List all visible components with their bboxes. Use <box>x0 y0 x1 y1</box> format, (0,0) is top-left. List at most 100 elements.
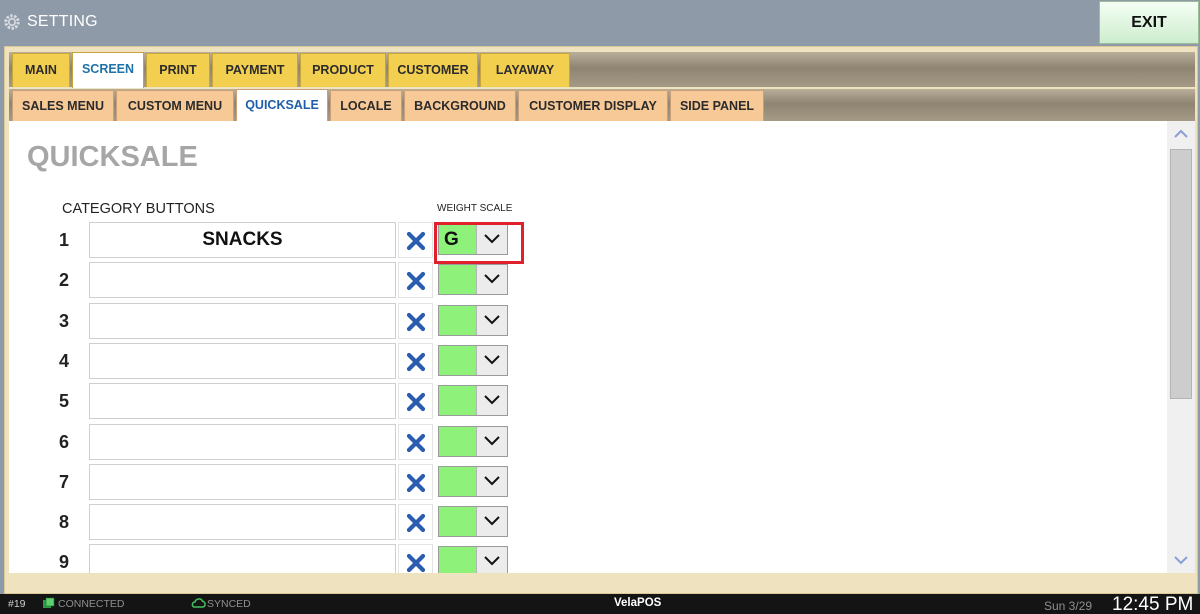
tab-screen[interactable]: SCREEN <box>72 52 144 88</box>
subtab-locale[interactable]: LOCALE <box>330 90 402 121</box>
weight-scale-select[interactable] <box>438 465 508 497</box>
cloud-icon <box>191 598 206 608</box>
dropdown-arrow[interactable] <box>476 466 507 496</box>
subtab-side-panel[interactable]: SIDE PANEL <box>670 90 764 121</box>
category-name-field[interactable] <box>89 302 396 339</box>
dropdown-arrow[interactable] <box>476 426 507 456</box>
category-row: 5 <box>9 383 529 421</box>
row-number: 5 <box>58 391 69 412</box>
clear-category-button[interactable] <box>398 222 433 258</box>
tab-payment[interactable]: PAYMENT <box>212 53 298 87</box>
clear-category-button[interactable] <box>398 544 433 573</box>
category-name-field[interactable] <box>89 463 396 500</box>
row-number: 9 <box>58 552 69 573</box>
tab-print[interactable]: PRINT <box>146 53 210 87</box>
category-name-field[interactable] <box>89 383 396 420</box>
scroll-thumb[interactable] <box>1170 149 1192 399</box>
row-number: 1 <box>58 230 69 250</box>
category-row: 2 <box>9 262 529 300</box>
sub-tab-bar: SALES MENU CUSTOM MENU QUICKSALE LOCALE BACK… <box>9 89 1195 122</box>
chevron-down-icon <box>484 274 500 284</box>
tab-layaway[interactable]: LAYAWAY <box>480 53 570 87</box>
brand-name: VelaPOS <box>614 597 662 609</box>
weight-scale-select[interactable] <box>438 344 508 376</box>
weight-scale-label: WEIGHT SCALE <box>437 203 513 214</box>
terminal-number: #19 <box>8 598 26 610</box>
page-title: QUICKSALE <box>27 141 198 173</box>
chevron-down-icon <box>484 395 500 405</box>
status-date: Sun 3/29 <box>1044 599 1093 613</box>
row-number: 7 <box>58 471 69 492</box>
weight-scale-highlight <box>434 222 524 264</box>
status-time: 12:45 PM <box>1112 594 1194 614</box>
chevron-down-icon <box>484 355 500 365</box>
category-name-field[interactable] <box>89 262 396 299</box>
title-bar: SETTING EXIT <box>0 0 1200 46</box>
category-row: 8 <box>9 504 529 542</box>
tab-product[interactable]: PRODUCT <box>300 53 386 87</box>
tab-main[interactable]: MAIN <box>12 53 70 87</box>
row-number: 6 <box>58 431 69 452</box>
chevron-down-icon <box>484 476 500 486</box>
category-name-field[interactable] <box>89 342 396 379</box>
chevron-down-icon <box>484 314 500 325</box>
dropdown-arrow[interactable] <box>476 386 507 416</box>
clear-category-button[interactable] <box>398 342 433 379</box>
row-number: 8 <box>58 512 69 533</box>
row-number: 2 <box>58 270 69 291</box>
subtab-background[interactable]: BACKGROUND <box>404 90 516 121</box>
row-number: 3 <box>58 310 69 331</box>
chevron-down-icon <box>1174 556 1188 565</box>
subtab-sales-menu[interactable]: SALES MENU <box>12 90 114 121</box>
row-number: 4 <box>58 350 69 371</box>
weight-scale-select[interactable] <box>438 264 508 296</box>
category-name-field[interactable] <box>89 423 396 460</box>
settings-panel: MAIN SCREEN PRINT PAYMENT PRODUCT CUSTOMER LAY… <box>4 46 1198 594</box>
category-row: 9 <box>9 544 529 573</box>
subtab-customer-display[interactable]: CUSTOMER DISPLAY <box>518 90 668 121</box>
close-x-icon <box>406 513 426 533</box>
clear-category-button[interactable] <box>398 463 433 500</box>
clear-category-button[interactable] <box>398 383 433 420</box>
tab-customer[interactable]: CUSTOMER <box>388 53 478 87</box>
dropdown-arrow[interactable] <box>476 305 507 335</box>
dropdown-arrow[interactable] <box>476 265 507 295</box>
weight-scale-select[interactable] <box>438 506 508 538</box>
category-row: 7 <box>9 463 529 502</box>
clear-category-button[interactable] <box>398 423 433 460</box>
close-x-icon <box>406 473 426 492</box>
window-title: SETTING <box>27 13 98 30</box>
scroll-down-button[interactable] <box>1167 547 1195 573</box>
dropdown-arrow[interactable] <box>476 547 507 573</box>
chevron-down-icon <box>484 556 500 566</box>
exit-button[interactable]: EXIT <box>1099 1 1199 44</box>
subtab-quicksale[interactable]: QUICKSALE <box>236 89 328 122</box>
subtab-custom-menu[interactable]: CUSTOM MENU <box>116 90 234 121</box>
network-icon <box>43 597 55 608</box>
weight-scale-select[interactable] <box>438 546 508 573</box>
dropdown-arrow[interactable] <box>476 507 507 537</box>
weight-scale-select[interactable] <box>438 425 508 457</box>
clear-category-button[interactable] <box>398 262 433 299</box>
clear-category-button[interactable] <box>398 504 433 541</box>
clear-category-button[interactable] <box>398 302 433 339</box>
category-name-field[interactable] <box>89 504 396 541</box>
connection-status: CONNECTED <box>58 598 125 610</box>
category-buttons-label: CATEGORY BUTTONS <box>62 201 215 217</box>
scroll-up-button[interactable] <box>1167 121 1195 147</box>
gear-icon <box>4 14 20 30</box>
close-x-icon <box>406 554 426 573</box>
close-x-icon <box>406 433 426 452</box>
close-x-icon <box>406 231 426 251</box>
main-tab-bar: MAIN SCREEN PRINT PAYMENT PRODUCT CUSTOMER LAY… <box>9 52 1195 88</box>
category-name-field[interactable] <box>89 544 396 573</box>
chevron-down-icon <box>484 516 500 526</box>
category-name-field[interactable]: SNACKS <box>89 222 396 258</box>
weight-scale-select[interactable] <box>438 385 508 417</box>
weight-scale-select[interactable] <box>438 304 508 336</box>
scrollbar[interactable] <box>1167 121 1195 573</box>
status-bar: #19 CONNECTED SYNCED VelaPOS Sun 3/29 12… <box>0 594 1200 614</box>
category-row: 3 <box>9 302 529 341</box>
dropdown-arrow[interactable] <box>476 345 507 375</box>
category-row: 6 <box>9 423 529 462</box>
